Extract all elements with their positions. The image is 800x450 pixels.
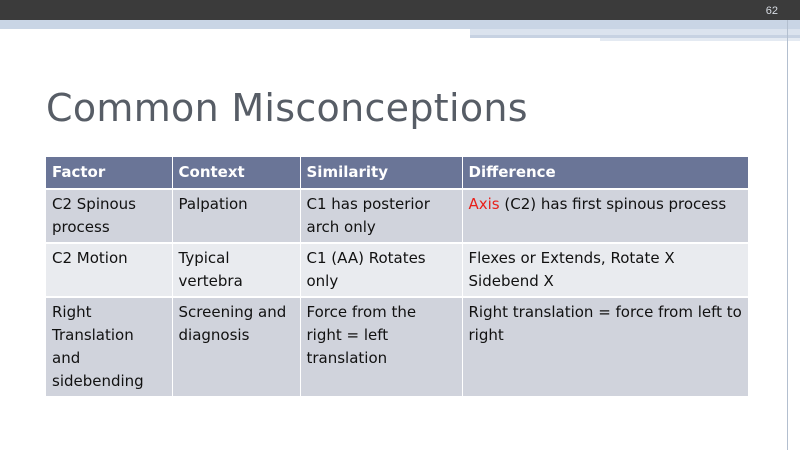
cell-difference: Axis (C2) has first spinous process [462, 189, 749, 244]
misconceptions-table: Factor Context Similarity Difference C2 … [46, 157, 749, 398]
header-difference: Difference [462, 157, 749, 190]
header-stripe-accent-3 [600, 38, 800, 41]
cell-context: Screening and diagnosis [172, 297, 301, 398]
cell-factor: C2 Spinous process [46, 189, 173, 244]
table-header-row: Factor Context Similarity Difference [46, 157, 749, 190]
cell-factor: Right Translation and sidebending [46, 297, 173, 398]
table-row: Right Translation and sidebending Screen… [46, 297, 749, 398]
top-bar [0, 0, 800, 20]
header-similarity: Similarity [300, 157, 463, 190]
right-edge-line [787, 20, 788, 450]
cell-difference: Flexes or Extends, Rotate X Sidebend X [462, 243, 749, 298]
page-number: 62 [765, 5, 778, 17]
cell-context: Palpation [172, 189, 301, 244]
table-row: C2 Motion Typical vertebra C1 (AA) Rotat… [46, 243, 749, 298]
difference-text: (C2) has first spinous process [499, 195, 727, 213]
header-context: Context [172, 157, 301, 190]
header-factor: Factor [46, 157, 173, 190]
cell-similarity: C1 has posterior arch only [300, 189, 463, 244]
difference-highlight: Axis [468, 195, 500, 213]
cell-similarity: C1 (AA) Rotates only [300, 243, 463, 298]
header-stripe [0, 20, 800, 29]
cell-context: Typical vertebra [172, 243, 301, 298]
cell-difference: Right translation = force from left to r… [462, 297, 749, 398]
cell-factor: C2 Motion [46, 243, 173, 298]
table-row: C2 Spinous process Palpation C1 has post… [46, 189, 749, 244]
cell-similarity: Force from the right = left translation [300, 297, 463, 398]
slide-title: Common Misconceptions [46, 86, 528, 130]
